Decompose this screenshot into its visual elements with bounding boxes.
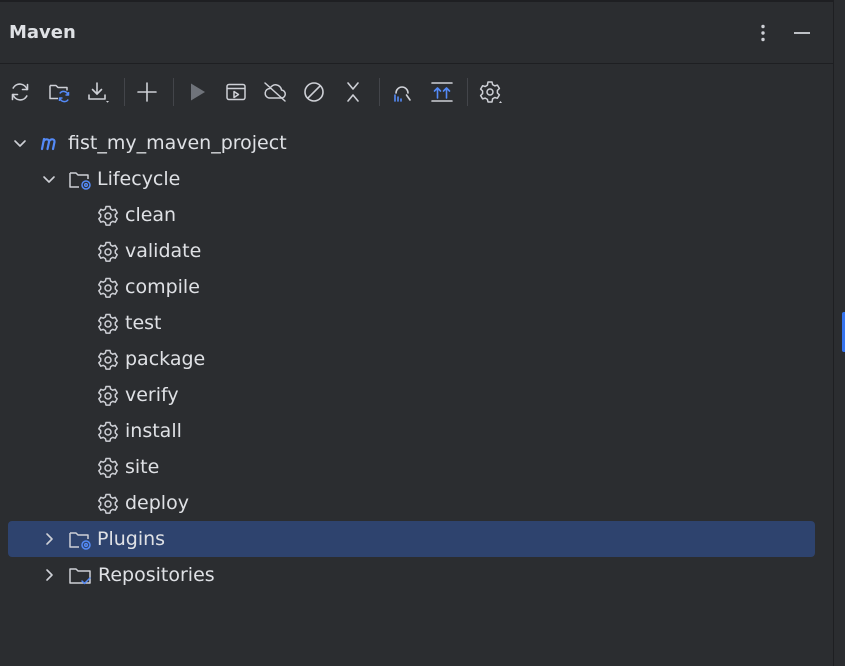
run-configuration-icon[interactable] <box>220 76 252 108</box>
goal-gear-icon <box>96 204 120 228</box>
plugins-label: Plugins <box>97 528 166 550</box>
chevron-right-icon[interactable] <box>40 530 58 548</box>
goal-label: deploy <box>125 492 189 514</box>
show-dependencies-icon[interactable] <box>426 76 458 108</box>
right-tool-strip <box>833 0 845 666</box>
repositories-folder-icon <box>68 564 92 588</box>
lifecycle-label: Lifecycle <box>97 168 181 190</box>
maven-tool-window: Maven fist_my_maven_project Lifecycle cl… <box>0 0 833 666</box>
tree-node-goal-package[interactable]: package <box>8 341 815 377</box>
tree-node-project[interactable]: fist_my_maven_project <box>8 125 815 161</box>
chevron-down-icon[interactable] <box>11 134 29 152</box>
more-options-icon[interactable] <box>750 20 776 46</box>
download-icon[interactable] <box>82 76 114 108</box>
panel-header: Maven <box>0 2 833 64</box>
goal-gear-icon <box>96 420 120 444</box>
panel-title: Maven <box>9 22 76 43</box>
collapse-all-icon[interactable] <box>337 76 369 108</box>
tree-node-goal-test[interactable]: test <box>8 305 815 341</box>
generate-sources-icon[interactable] <box>43 76 75 108</box>
lifecycle-folder-icon <box>68 168 92 192</box>
settings-icon[interactable] <box>474 76 506 108</box>
goal-label: test <box>125 312 162 334</box>
chevron-right-icon[interactable] <box>40 566 58 584</box>
goal-label: clean <box>125 204 177 226</box>
skip-tests-icon[interactable] <box>298 76 330 108</box>
goal-gear-icon <box>96 492 120 516</box>
tree-node-lifecycle[interactable]: Lifecycle <box>8 161 815 197</box>
tree-node-goal-clean[interactable]: clean <box>8 197 815 233</box>
run-icon[interactable] <box>181 76 213 108</box>
tree-node-goal-deploy[interactable]: deploy <box>8 485 815 521</box>
reload-icon[interactable] <box>4 76 36 108</box>
tree-node-goal-verify[interactable]: verify <box>8 377 815 413</box>
tree-node-goal-site[interactable]: site <box>8 449 815 485</box>
maven-toolbar <box>0 72 833 112</box>
tree-node-goal-validate[interactable]: validate <box>8 233 815 269</box>
maven-m-icon <box>39 131 63 155</box>
goal-label: verify <box>125 384 179 406</box>
goal-gear-icon <box>96 456 120 480</box>
tree-node-plugins[interactable]: Plugins <box>8 521 815 557</box>
goal-gear-icon <box>96 240 120 264</box>
offline-mode-icon[interactable] <box>259 76 291 108</box>
goal-label: install <box>125 420 182 442</box>
tree-node-repositories[interactable]: Repositories <box>8 557 815 593</box>
goal-gear-icon <box>96 276 120 300</box>
project-label: fist_my_maven_project <box>68 132 287 154</box>
add-maven-project-icon[interactable] <box>131 76 163 108</box>
repositories-label: Repositories <box>98 564 215 586</box>
goal-gear-icon <box>96 384 120 408</box>
goal-gear-icon <box>96 312 120 336</box>
tree-node-goal-compile[interactable]: compile <box>8 269 815 305</box>
chevron-down-icon[interactable] <box>40 170 58 188</box>
goal-label: validate <box>125 240 202 262</box>
tree-node-goal-install[interactable]: install <box>8 413 815 449</box>
plugins-folder-icon <box>68 528 92 552</box>
goal-gear-icon <box>96 348 120 372</box>
goal-label: site <box>125 456 160 478</box>
goal-label: compile <box>125 276 200 298</box>
goal-label: package <box>125 348 206 370</box>
analyze-dependencies-icon[interactable] <box>386 76 418 108</box>
hide-panel-icon[interactable] <box>789 20 815 46</box>
